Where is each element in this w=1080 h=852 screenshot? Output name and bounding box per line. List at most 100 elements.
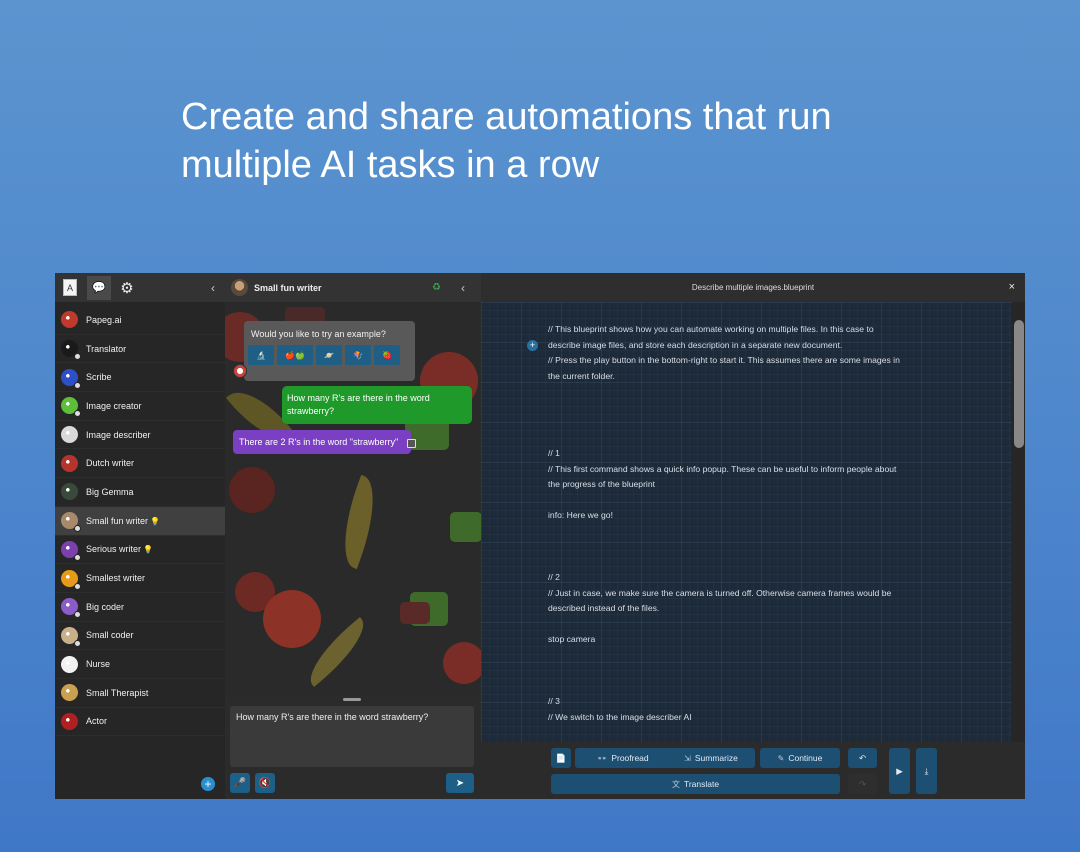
undo-button[interactable]: ↶ (848, 748, 877, 768)
chat-input-area: How many R's are there in the word straw… (225, 695, 481, 799)
add-assistant-button[interactable]: + (201, 777, 215, 791)
sidebar-item-name: Small fun writer (86, 515, 149, 526)
lightbulb-icon: 💡 (150, 516, 160, 526)
sidebar-item-name: Big Gemma (86, 486, 134, 497)
chat-input[interactable]: How many R's are there in the word straw… (230, 706, 474, 767)
sidebar-item-label: Big coder (86, 602, 124, 612)
chevron-left-icon[interactable]: ‹ (461, 281, 465, 295)
example-question: Would you like to try an example? (251, 329, 386, 339)
sidebar-item-label: Small Therapist (86, 688, 148, 698)
avatar (61, 454, 78, 472)
avatar (61, 397, 81, 418)
play-button[interactable]: ▶ (889, 748, 910, 794)
sidebar-item[interactable]: Serious writer 💡 (55, 536, 225, 565)
document-icon[interactable]: 📄 (551, 748, 571, 768)
sidebar-item[interactable]: Actor (55, 708, 225, 737)
summarize-button[interactable]: ⇲ Summarize (667, 748, 755, 768)
editor-body[interactable]: + // This blueprint shows how you can au… (481, 302, 1012, 742)
editor-scrollbar[interactable] (1012, 302, 1025, 742)
sidebar-item-label: Scribe (86, 372, 112, 382)
recycle-icon[interactable]: ♻ (432, 282, 441, 293)
avatar (61, 598, 81, 619)
continue-button[interactable]: ✎ Continue (760, 748, 840, 768)
example-button-planet[interactable]: 🪐 (316, 345, 342, 365)
sidebar-item[interactable]: Smallest writer (55, 564, 225, 593)
resize-handle[interactable] (343, 698, 361, 701)
summarize-label: Summarize (694, 753, 738, 763)
translate-button[interactable]: 文 Translate (551, 774, 840, 794)
sidebar-item[interactable]: Small Therapist (55, 679, 225, 708)
lightbulb-icon: 💡 (143, 545, 153, 555)
download-button[interactable]: ⤓ (916, 748, 937, 794)
parrot-icon (233, 364, 247, 378)
editor-panel: Describe multiple images.blueprint × + /… (481, 273, 1025, 799)
sidebar-item-label: Image describer (86, 430, 151, 440)
sidebar-item[interactable]: Translator (55, 335, 225, 364)
sidebar-item[interactable]: Image describer (55, 421, 225, 450)
sidebar-item-name: Small coder (86, 630, 134, 641)
status-dot (74, 381, 81, 389)
chevron-left-icon[interactable]: ‹ (211, 281, 215, 295)
chat-icon[interactable]: 💬 (87, 275, 111, 300)
sidebar-item-label: Serious writer 💡 (86, 544, 153, 554)
sidebar-item[interactable]: Papeg.ai (55, 306, 225, 335)
microphone-icon[interactable]: 🎤 (230, 773, 250, 793)
example-button-apples[interactable]: 🍎🍏 (277, 345, 313, 365)
sidebar-item[interactable]: Big coder (55, 593, 225, 622)
status-dot (74, 525, 81, 533)
avatar (61, 512, 81, 533)
code-line: // We switch to the image describer AI (548, 711, 692, 722)
sidebar-item[interactable]: Big Gemma (55, 478, 225, 507)
close-icon[interactable]: × (1009, 281, 1015, 293)
mute-icon[interactable]: 🔇 (255, 773, 275, 793)
quill-icon: ✎ (777, 753, 785, 763)
sidebar-item-name: Nurse (86, 659, 111, 670)
avatar (61, 540, 81, 561)
sidebar-tabs: A 💬 ⚙ ‹ (55, 273, 225, 302)
status-dot (74, 353, 81, 361)
sidebar-item[interactable]: Nurse (55, 650, 225, 679)
example-button-strawberry[interactable]: 🍓 (374, 345, 400, 365)
avatar (61, 368, 81, 389)
proofread-label: Proofread (611, 753, 649, 763)
blueprint-code[interactable]: // This blueprint shows how you can auto… (548, 322, 948, 742)
sidebar-item-name: Small Therapist (86, 687, 149, 698)
sidebar-item-label: Small coder (86, 630, 134, 640)
sidebar-item-name: Papeg.ai (86, 314, 122, 325)
sidebar-item-label: Translator (86, 344, 126, 354)
sidebar-item-name: Image creator (86, 400, 142, 411)
code-line: described instead of the files. (548, 603, 660, 613)
gear-icon[interactable]: ⚙ (115, 276, 139, 300)
sidebar-item[interactable]: Small coder (55, 622, 225, 651)
copy-icon[interactable] (407, 439, 416, 448)
translate-icon: 文 (671, 779, 680, 789)
sidebar: A 💬 ⚙ ‹ Papeg.ai Translator Scribe Image cr… (55, 273, 225, 799)
example-button-row: 🔬 🍎🍏 🪐 🪁 🍓 (244, 339, 415, 365)
sidebar-item-name: Image describer (86, 429, 151, 440)
proofread-button[interactable]: 👓 Proofread (575, 748, 671, 768)
example-button-microscope[interactable]: 🔬 (248, 345, 274, 365)
sidebar-item[interactable]: Small fun writer 💡 (55, 506, 225, 536)
sidebar-item-label: Big Gemma (86, 487, 134, 497)
sidebar-item-label: Dutch writer (86, 458, 134, 468)
sidebar-item[interactable]: Scribe (55, 363, 225, 393)
avatar (61, 684, 78, 702)
add-line-icon[interactable]: + (527, 340, 538, 351)
code-line: the current folder. (548, 370, 615, 381)
headline-line-1: Create and share automations that run (181, 96, 832, 138)
app-logo-icon[interactable]: A (63, 279, 77, 296)
example-button-kite[interactable]: 🪁 (345, 345, 371, 365)
avatar (61, 569, 81, 590)
sidebar-item[interactable]: Dutch writer (55, 449, 225, 479)
sidebar-item-name: Translator (86, 343, 127, 354)
sidebar-item-name: Scribe (86, 372, 112, 383)
code-line: // Press the play button in the bottom-r… (548, 355, 900, 365)
redo-button[interactable]: ↷ (848, 774, 877, 794)
sidebar-item[interactable]: Image creator (55, 392, 225, 421)
send-button[interactable]: ➤ (446, 773, 474, 793)
scroll-thumb[interactable] (1014, 320, 1024, 448)
